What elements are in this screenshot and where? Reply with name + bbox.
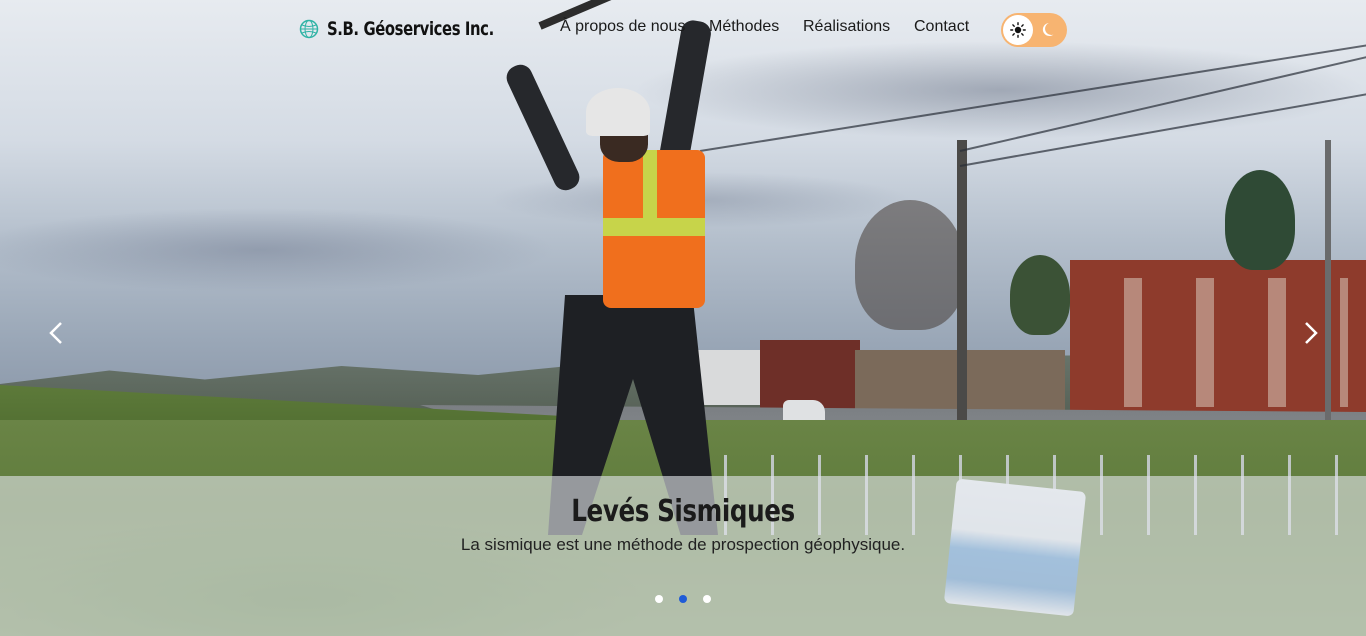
moon-icon[interactable] [1041,21,1059,39]
slide-title: Levés Sismiques [571,494,795,529]
nav-link-contact[interactable]: Contact [914,18,969,36]
next-slide-button[interactable] [1297,318,1325,348]
slide-dot-3[interactable] [703,595,711,603]
slide-description: La sismique est une méthode de prospecti… [460,535,906,554]
slide-dot-1[interactable] [655,595,663,603]
light-mode-option[interactable] [1003,15,1033,45]
nav-link-realisations[interactable]: Réalisations [803,18,890,36]
slide-dot-2[interactable] [679,595,687,603]
nav-link-methodes[interactable]: Méthodes [709,18,779,36]
sun-icon [1010,22,1026,38]
site-logo[interactable]: S.B. Géoservices Inc. [299,18,541,40]
theme-toggle[interactable] [1001,13,1067,47]
previous-slide-button[interactable] [42,318,70,348]
chevron-right-icon [1305,322,1318,344]
globe-mesh-icon [299,19,319,39]
site-name: S.B. Géoservices Inc. [327,18,494,40]
slide-pagination [655,595,711,603]
chevron-left-icon [49,322,62,344]
nav-link-a-propos[interactable]: À propos de nous [560,18,685,36]
hero-carousel: Levés Sismiques La sismique est une méth… [0,0,1366,636]
